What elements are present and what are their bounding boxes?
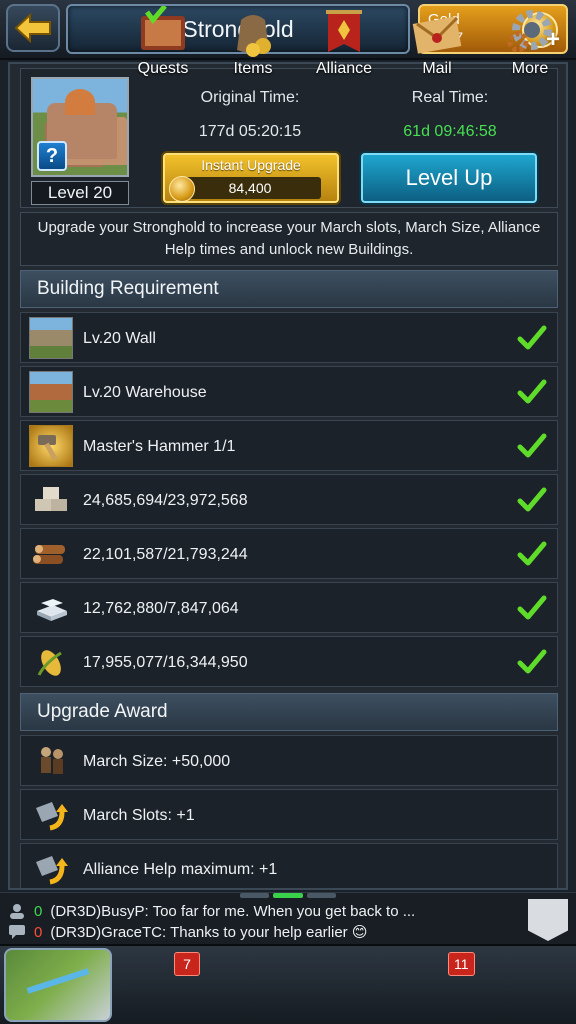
upgrade-arrow-icon (29, 794, 73, 836)
nav-label: Mail (422, 60, 452, 77)
building-level: Level 20 (31, 181, 129, 205)
real-time-label: Real Time: (411, 89, 489, 106)
award-row[interactable]: March Slots: +1 (20, 789, 558, 840)
person-icon (10, 904, 24, 919)
requirement-row[interactable]: Lv.20 Warehouse (20, 366, 558, 417)
quests-book-icon (131, 4, 195, 60)
check-icon (517, 433, 547, 458)
requirement-text: Master's Hammer 1/1 (83, 437, 236, 455)
stone-icon (29, 479, 73, 521)
gear-icon (498, 4, 562, 60)
nav-label: Items (233, 60, 273, 77)
chat-count: 0 (34, 923, 43, 941)
requirement-text: 17,955,077/16,344,950 (83, 653, 248, 671)
mail-badge: 11 (448, 952, 475, 976)
info-question-icon[interactable]: ? (37, 141, 67, 171)
items-bag-icon (221, 4, 285, 60)
original-time-label: Original Time: (200, 89, 300, 106)
wood-icon (29, 533, 73, 575)
instant-upgrade-button[interactable]: Instant Upgrade 84,400 (163, 153, 339, 203)
nav-items[interactable]: Items (214, 4, 292, 80)
requirement-text: 22,101,587/21,793,244 (83, 545, 248, 563)
quests-badge: 7 (174, 952, 200, 976)
alliance-banner-icon[interactable] (528, 899, 568, 941)
requirement-row[interactable]: Lv.20 Wall (20, 312, 558, 363)
chat-page-dot-active (273, 893, 303, 898)
check-icon (517, 487, 547, 512)
world-map-button[interactable] (4, 948, 112, 1022)
stronghold-image: ? (31, 77, 129, 177)
requirement-text: 12,762,880/7,847,064 (83, 599, 239, 617)
requirement-row[interactable]: 24,685,694/23,972,568 (20, 474, 558, 525)
ore-icon (29, 587, 73, 629)
hammer-icon (29, 425, 73, 467)
castle-dome (65, 89, 95, 115)
chat-count: 0 (34, 902, 43, 920)
troops-icon (29, 740, 73, 782)
real-time-value: 61d 09:46:58 (403, 123, 497, 140)
award-text: March Slots: +1 (83, 806, 195, 824)
level-up-button[interactable]: Level Up (361, 153, 537, 203)
alliance-banner-nav-icon (312, 4, 376, 60)
food-icon (29, 641, 73, 683)
instant-upgrade-label: Instant Upgrade (201, 157, 301, 173)
chat-text: (DR3D)GraceTC: Thanks to your help earli… (50, 924, 368, 941)
requirements-header: Building Requirement (20, 270, 558, 308)
chat-text: (DR3D)BusyP: Too far for me. When you ge… (50, 902, 416, 920)
gold-coin-icon (169, 176, 195, 202)
wall-icon (29, 317, 73, 359)
back-button[interactable] (6, 4, 60, 52)
check-icon (517, 595, 547, 620)
nav-alliance[interactable]: Alliance (304, 4, 384, 80)
nav-label: More (511, 60, 549, 77)
requirement-row[interactable]: 22,101,587/21,793,244 (20, 528, 558, 579)
nav-label: Alliance (315, 60, 373, 77)
chat-page-dot (306, 893, 336, 898)
stronghold-panel: ? Level 20 Original Time: 177d 05:20:15 … (8, 62, 568, 890)
award-text: March Size: +50,000 (83, 752, 231, 770)
requirement-row[interactable]: Master's Hammer 1/1 (20, 420, 558, 471)
original-time-value: 177d 05:20:15 (198, 123, 302, 140)
chat-message[interactable]: 0 (DR3D)GraceTC: Thanks to your help ear… (8, 922, 367, 942)
mail-envelope-icon (405, 4, 469, 60)
requirement-row[interactable]: 12,762,880/7,847,064 (20, 582, 558, 633)
requirement-text: 24,685,694/23,972,568 (83, 491, 248, 509)
chat-page-indicator (240, 893, 336, 898)
nav-mail[interactable]: Mail (396, 4, 478, 80)
awards-header: Upgrade Award (20, 693, 558, 731)
nav-label: Quests (137, 60, 189, 77)
award-row[interactable]: March Size: +50,000 (20, 735, 558, 786)
requirement-text: Lv.20 Warehouse (83, 383, 207, 401)
nav-more[interactable]: More (490, 4, 570, 80)
check-icon (517, 379, 547, 404)
instant-upgrade-cost: 84,400 (179, 177, 321, 199)
chat-page-dot (240, 893, 270, 898)
check-icon (517, 649, 547, 674)
check-icon (517, 541, 547, 566)
upgrade-arrow-icon (29, 848, 73, 888)
upgrade-description: Upgrade your Stronghold to increase your… (20, 212, 558, 266)
upgrade-summary: ? Level 20 Original Time: 177d 05:20:15 … (20, 68, 558, 208)
warehouse-icon (29, 371, 73, 413)
requirement-row[interactable]: 17,955,077/16,344,950 (20, 636, 558, 687)
award-row[interactable]: Alliance Help maximum: +1 (20, 843, 558, 888)
nav-quests[interactable]: Quests (124, 4, 202, 80)
back-arrow-icon (14, 13, 51, 43)
chat-message[interactable]: 0 (DR3D)BusyP: Too far for me. When you … (8, 901, 415, 921)
requirement-text: Lv.20 Wall (83, 329, 156, 347)
chat-bar[interactable]: 0 (DR3D)BusyP: Too far for me. When you … (0, 892, 576, 944)
award-text: Alliance Help maximum: +1 (83, 860, 278, 878)
check-icon (517, 325, 547, 350)
chat-bubble-icon (9, 925, 25, 939)
